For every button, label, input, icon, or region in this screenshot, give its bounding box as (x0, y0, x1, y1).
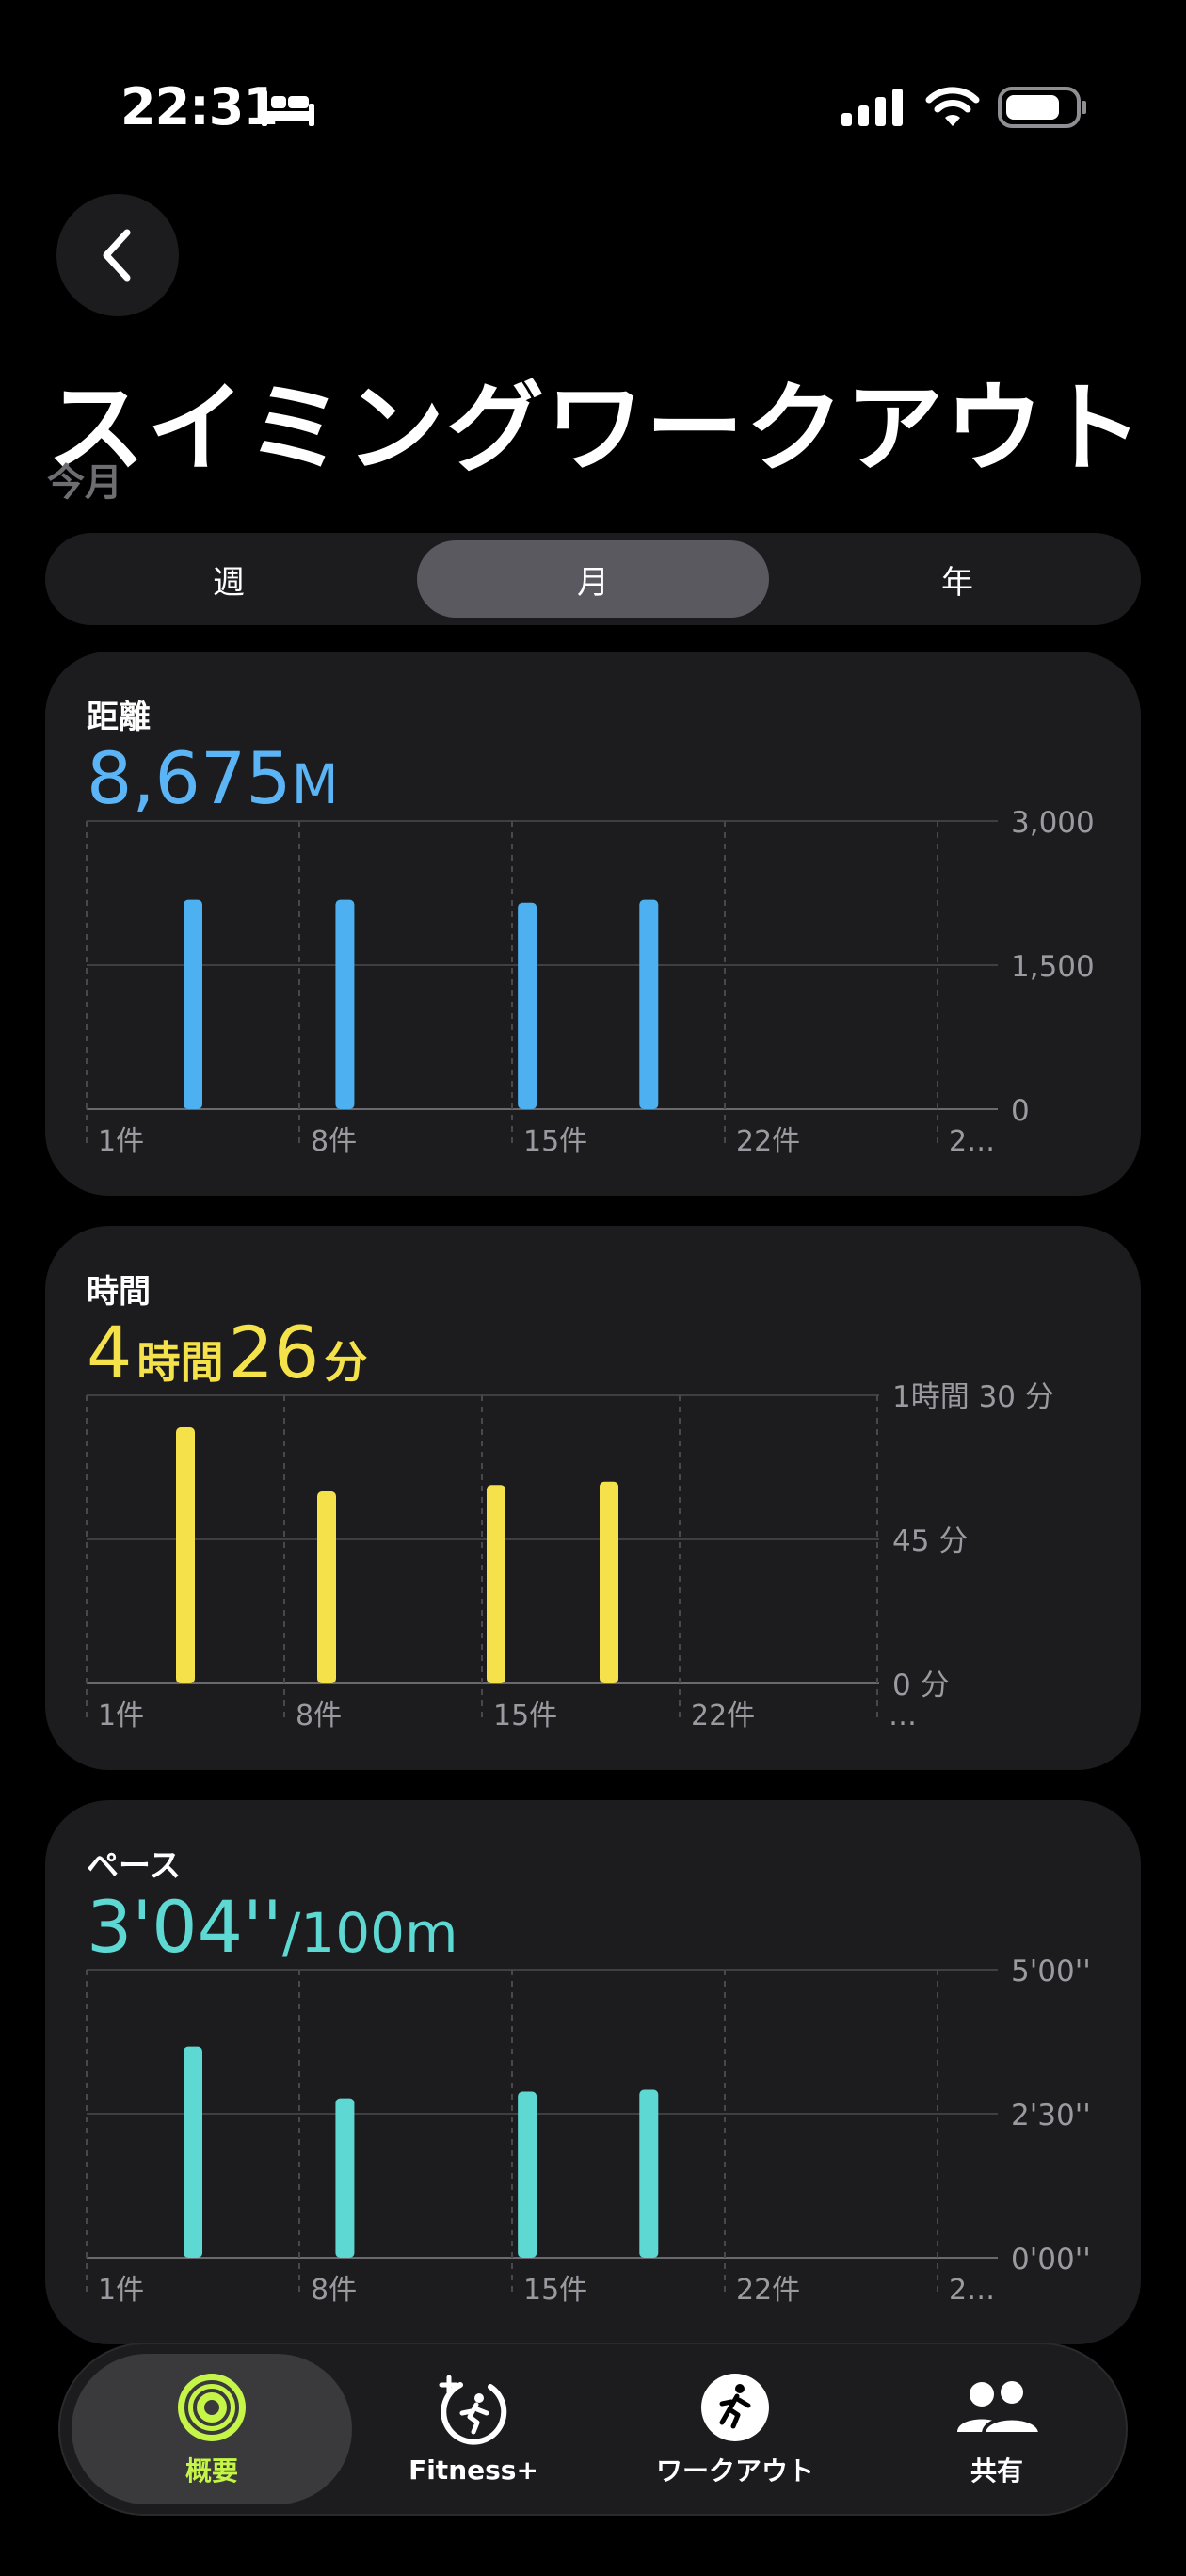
x-tick-label: 1件 (98, 1699, 144, 1732)
segment-month[interactable]: 月 (417, 540, 769, 618)
y-tick-label: 45 分 (892, 1524, 968, 1558)
y-tick-label: 1時間 30 分 (892, 1380, 1054, 1414)
chart-bar (639, 2089, 659, 2258)
tab-bar: 概要 Fitness+ ワークアウト 共有 (58, 2343, 1128, 2516)
chart-bar (184, 899, 202, 1109)
y-tick-label: 5'00'' (1011, 1955, 1091, 1988)
sharing-people-icon (957, 2377, 1040, 2436)
workout-runner-icon (701, 2374, 769, 2441)
x-tick-label: 1件 (98, 2274, 144, 2307)
duration-chart: 1時間 30 分 45 分 0 分 1件 8件 15件 22件 … (86, 1380, 1054, 1732)
pace-card[interactable]: ペース 3'04''/100m 5'00'' 2'30'' 0'00'' 1件 8件 15… (45, 1800, 1141, 2344)
segment-year[interactable]: 年 (781, 540, 1133, 618)
activity-rings-icon (178, 2374, 246, 2441)
x-tick-label: 22件 (736, 2274, 800, 2307)
y-tick-label: 0 (1011, 1094, 1030, 1128)
x-tick-label: 2… (949, 2274, 995, 2307)
chart-bar (639, 899, 659, 1109)
tab-sharing[interactable]: 共有 (857, 2354, 1137, 2504)
tab-fitness-plus-label: Fitness+ (409, 2454, 538, 2486)
x-tick-label: 2… (949, 1125, 995, 1158)
period-segmented-control: 週 月 年 (45, 533, 1141, 625)
status-time: 22:31 (120, 77, 279, 137)
fitness-plus-icon (439, 2375, 507, 2445)
pace-chart: 5'00'' 2'30'' 0'00'' 1件 8件 15件 22件 2… (86, 1955, 1091, 2307)
chart-bar (335, 2098, 355, 2258)
chart-bar (518, 2091, 537, 2258)
duration-card[interactable]: 時間 4 時間 26 分 1時間 30 分 45 分0 分 1件 8件 15件 22件… (45, 1226, 1141, 1770)
y-tick-label: 2'30'' (1011, 2099, 1091, 2133)
bed-icon (262, 90, 314, 126)
y-tick-label: 0 分 (892, 1668, 950, 1702)
chart-bar (518, 902, 537, 1109)
chart-bar (487, 1485, 505, 1683)
tab-workout-label: ワークアウト (655, 2455, 814, 2487)
page-subtitle: 今月 (47, 461, 122, 505)
x-tick-label: … (889, 1699, 917, 1732)
distance-chart: 3,000 1,500 0 1件 8件 15件 22件 2… (86, 806, 1095, 1158)
y-tick-label: 1,500 (1011, 950, 1095, 984)
x-tick-label: 15件 (523, 2274, 587, 2307)
page-title: スイミングワークアウト (47, 371, 1146, 486)
y-tick-label: 0'00'' (1011, 2243, 1091, 2277)
battery-icon (998, 87, 1086, 128)
segment-week[interactable]: 週 (53, 540, 405, 618)
x-tick-label: 15件 (523, 1125, 587, 1158)
x-tick-label: 8件 (296, 1699, 342, 1732)
x-tick-label: 1件 (98, 1125, 144, 1158)
cellular-signal-icon (841, 89, 903, 126)
y-tick-label: 3,000 (1011, 806, 1095, 840)
chart-bar (317, 1491, 336, 1683)
chart-bar (600, 1481, 618, 1683)
x-tick-label: 15件 (493, 1699, 557, 1732)
chevron-left-icon (103, 229, 131, 282)
wifi-icon (925, 87, 980, 126)
tab-workout[interactable]: ワークアウト (595, 2354, 875, 2504)
tab-fitness-plus[interactable]: Fitness+ (333, 2354, 614, 2504)
tab-summary-label: 概要 (184, 2455, 238, 2487)
back-button[interactable] (56, 194, 179, 316)
tab-summary[interactable]: 概要 (72, 2354, 352, 2504)
x-tick-label: 22件 (691, 1699, 755, 1732)
distance-card[interactable]: 距離 8,675M 3,000 1,500 0 1件 8件 15件 22件 2… (45, 652, 1141, 1196)
tab-sharing-label: 共有 (970, 2455, 1023, 2487)
chart-bar (184, 2046, 202, 2258)
x-tick-label: 8件 (311, 1125, 357, 1158)
x-tick-label: 8件 (311, 2274, 357, 2307)
chart-bar (335, 899, 355, 1109)
chart-bar (176, 1427, 195, 1683)
x-tick-label: 22件 (736, 1125, 800, 1158)
